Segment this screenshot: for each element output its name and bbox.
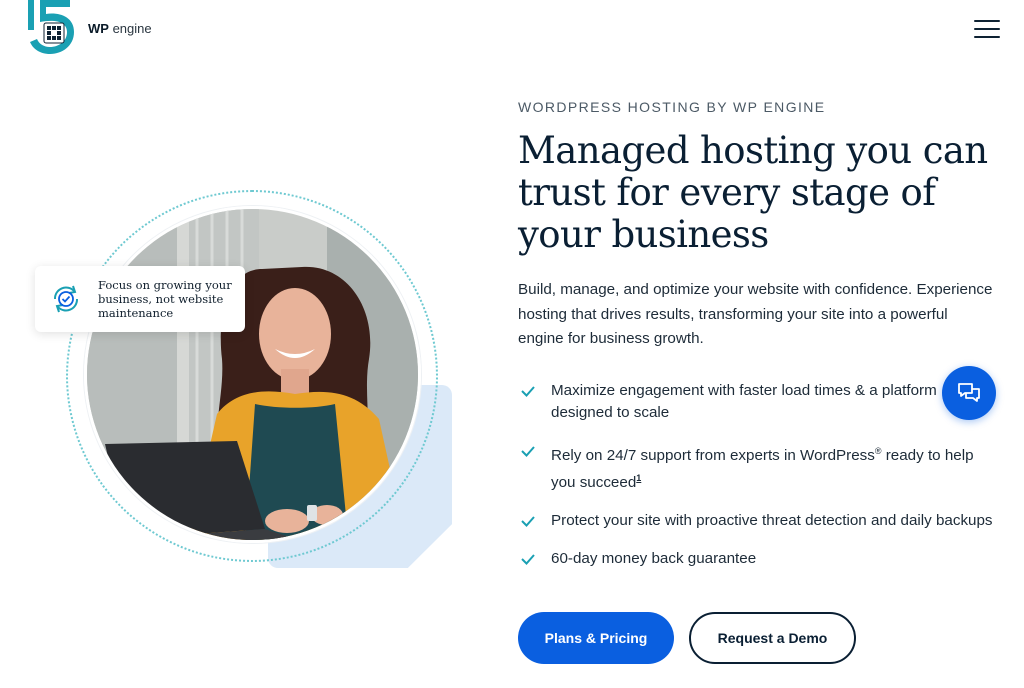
request-demo-button[interactable]: Request a Demo [689, 612, 856, 664]
sync-check-icon [53, 285, 79, 313]
benefit-item: Protect your site with proactive threat … [518, 510, 998, 532]
chat-button[interactable] [942, 366, 996, 420]
benefits-list: Maximize engagement with faster load tim… [518, 380, 998, 570]
wp-engine-logo[interactable]: WP engine [26, 0, 152, 56]
chat-bubbles-icon [958, 383, 980, 402]
check-icon [521, 446, 535, 457]
logo-wordmark: WP engine [88, 21, 152, 36]
footnote-link[interactable]: 1 [636, 473, 641, 483]
check-icon [521, 516, 535, 528]
hero-headline: Managed hosting you can trust for every … [518, 129, 988, 256]
check-icon [521, 554, 535, 566]
hamburger-menu-icon [974, 20, 1000, 22]
benefit-item: 60-day money back guarantee [518, 548, 998, 570]
benefit-item: Maximize engagement with faster load tim… [518, 380, 998, 424]
hero-photo [84, 206, 421, 543]
feature-callout-card: Focus on growing your business, not webs… [35, 266, 245, 332]
benefit-item: Rely on 24/7 support from experts in Wor… [518, 440, 998, 494]
plans-pricing-button[interactable]: Plans & Pricing [518, 612, 674, 664]
hero-eyebrow: WORDPRESS HOSTING BY WP ENGINE [518, 99, 826, 115]
check-icon [521, 386, 535, 397]
callout-text: Focus on growing your business, not webs… [98, 278, 232, 320]
hamburger-menu-button[interactable] [972, 17, 1002, 41]
hero-lead-paragraph: Build, manage, and optimize your website… [518, 281, 993, 347]
registered-mark: ® [874, 446, 882, 456]
anniversary-15-logo-icon [28, 0, 74, 54]
